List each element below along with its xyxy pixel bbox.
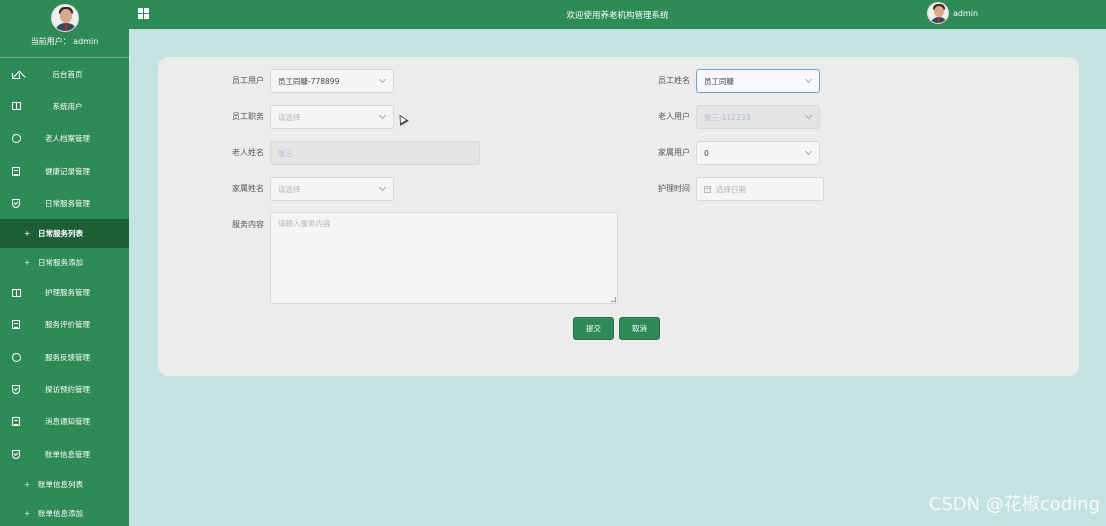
chevron-down-icon bbox=[804, 147, 813, 156]
calendar-icon bbox=[704, 185, 711, 193]
staff-role-label: 员工职务 bbox=[232, 112, 264, 121]
columns-icon bbox=[11, 288, 21, 298]
family-user-select[interactable]: 0 bbox=[696, 141, 820, 165]
family-user-label: 家属用户 bbox=[658, 148, 690, 157]
elder-name-label: 老人姓名 bbox=[232, 148, 264, 157]
sidebar-item-billing[interactable]: 账单信息管理 bbox=[0, 438, 129, 470]
sidebar-subitem-bill-add[interactable]: + 账单信息添加 bbox=[0, 499, 129, 526]
chat-bubble-icon bbox=[11, 132, 21, 144]
sidebar-item-health-records[interactable]: 健康记录管理 bbox=[0, 155, 129, 187]
staff-name-label: 员工姓名 bbox=[658, 76, 690, 85]
elder-user-label: 老人用户 bbox=[658, 112, 690, 121]
service-content-textarea[interactable]: 请输入服务内容 bbox=[270, 212, 618, 304]
document-icon bbox=[11, 166, 21, 176]
sidebar-subitem-daily-service-add[interactable]: + 日常服务添加 bbox=[0, 248, 129, 277]
top-bar: 欢迎使用养老机构管理系统 admin bbox=[129, 0, 1106, 29]
sidebar-item-visit-booking[interactable]: 探访预约管理 bbox=[0, 373, 129, 405]
care-time-datepicker[interactable]: 选择日期 bbox=[696, 177, 824, 201]
form-card: 员工用户 员工同糠-778899 员工姓名 员工同糠 员工职务 请选择 老人用户… bbox=[158, 57, 1079, 376]
cancel-button[interactable]: 取消 bbox=[619, 317, 660, 340]
sidebar-subitem-bill-list[interactable]: + 账单信息列表 bbox=[0, 470, 129, 499]
shield-icon bbox=[11, 198, 21, 208]
submit-button[interactable]: 提交 bbox=[573, 317, 614, 340]
resize-handle-icon[interactable] bbox=[611, 297, 616, 302]
shield-icon bbox=[11, 449, 21, 459]
staff-name-select[interactable]: 员工同糠 bbox=[696, 69, 820, 93]
chevron-down-icon bbox=[378, 183, 387, 192]
sidebar-item-elder-records[interactable]: 老人档案管理 bbox=[0, 123, 129, 155]
document-icon bbox=[11, 417, 21, 427]
family-name-label: 家属姓名 bbox=[232, 184, 264, 193]
care-time-label: 护理时间 bbox=[658, 184, 690, 193]
sidebar-user-panel: 当前用户： admin bbox=[0, 4, 129, 58]
staff-role-select[interactable]: 请选择 bbox=[270, 105, 394, 129]
chat-bubble-icon bbox=[11, 351, 21, 362]
columns-icon bbox=[11, 101, 21, 111]
chevron-down-icon bbox=[378, 111, 387, 120]
plus-icon: + bbox=[24, 480, 31, 490]
sidebar-subitem-daily-service-list[interactable]: + 日常服务列表 bbox=[0, 219, 129, 248]
sidebar-item-service-review[interactable]: 服务评价管理 bbox=[0, 309, 129, 341]
document-icon bbox=[11, 320, 21, 330]
chevron-down-icon bbox=[378, 75, 387, 84]
home-icon bbox=[11, 69, 21, 79]
chevron-down-icon bbox=[804, 75, 813, 84]
sidebar-item-system-users[interactable]: 系统用户 bbox=[0, 90, 129, 122]
staff-user-select[interactable]: 员工同糠-778899 bbox=[270, 69, 394, 93]
sidebar-item-notifications[interactable]: 消息通知管理 bbox=[0, 406, 129, 438]
shield-icon bbox=[11, 385, 21, 395]
service-content-label: 服务内容 bbox=[232, 220, 264, 229]
family-name-select[interactable]: 请选择 bbox=[270, 177, 394, 201]
sidebar-item-nursing-service[interactable]: 护理服务管理 bbox=[0, 276, 129, 308]
current-user-label: 当前用户： admin bbox=[30, 37, 99, 46]
chevron-down-icon bbox=[804, 111, 813, 120]
plus-icon: + bbox=[24, 508, 31, 518]
elder-name-input[interactable]: 张三 bbox=[270, 141, 480, 165]
plus-icon: + bbox=[24, 257, 31, 267]
sidebar-item-home[interactable]: 后台首页 bbox=[0, 58, 129, 90]
sidebar: 当前用户： admin 后台首页 系统用户 老人档案管理 健康记录管理 日常服务… bbox=[0, 0, 129, 526]
avatar bbox=[927, 2, 949, 24]
top-username: admin bbox=[953, 8, 979, 18]
top-user-menu[interactable]: admin bbox=[927, 2, 978, 24]
sidebar-item-daily-service[interactable]: 日常服务管理 bbox=[0, 187, 129, 219]
plus-icon: + bbox=[24, 229, 31, 239]
staff-user-label: 员工用户 bbox=[232, 76, 264, 85]
avatar bbox=[50, 4, 79, 32]
watermark: CSDN @花椒coding bbox=[928, 494, 1100, 515]
sidebar-item-service-feedback[interactable]: 服务反馈管理 bbox=[0, 341, 129, 373]
elder-user-select[interactable]: 张三-112233 bbox=[696, 105, 820, 129]
